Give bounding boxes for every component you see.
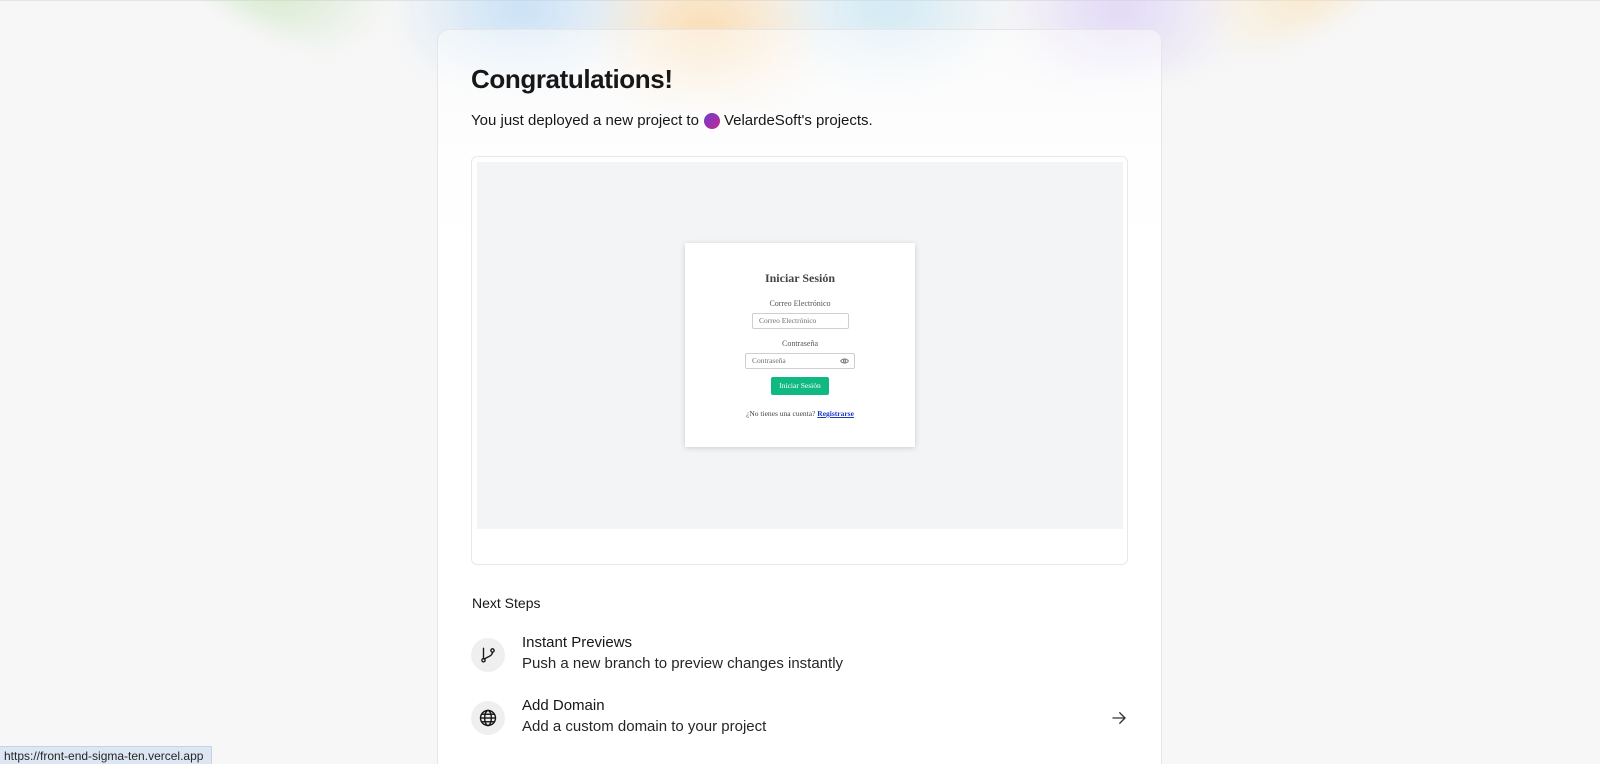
deployment-preview[interactable]: Iniciar Sesión Correo Electrónico Correo… xyxy=(471,156,1128,565)
page: Congratulations! You just deployed a new… xyxy=(0,0,1600,764)
subtitle-text: You just deployed a new project to xyxy=(471,112,699,129)
next-steps-heading: Next Steps xyxy=(472,595,541,611)
preview-login-button: Iniciar Sesión xyxy=(771,377,829,395)
status-bar-url: https://front-end-sigma-ten.vercel.app xyxy=(0,746,213,764)
deployment-card: Congratulations! You just deployed a new… xyxy=(437,29,1162,764)
preview-email-field: Correo Electrónico xyxy=(752,313,849,329)
git-branch-icon xyxy=(471,638,505,672)
eye-icon xyxy=(840,357,849,367)
step-title: Add Domain xyxy=(522,697,605,714)
step-title: Instant Previews xyxy=(522,634,633,651)
preview-register-line: ¿No tienes una cuenta? Registrarse xyxy=(685,409,915,418)
preview-no-account-text: ¿No tienes una cuenta? xyxy=(746,409,816,418)
globe-icon xyxy=(471,701,505,735)
preview-login-title: Iniciar Sesión xyxy=(764,271,836,285)
preview-email-label: Correo Electrónico xyxy=(769,299,831,308)
preview-register-link: Registrarse xyxy=(817,409,854,418)
deploy-subtitle: You just deployed a new project to Velar… xyxy=(471,112,873,129)
team-avatar xyxy=(703,112,720,129)
step-description: Add a custom domain to your project xyxy=(522,718,767,735)
next-step-instant-previews[interactable]: Instant Previews Push a new branch to pr… xyxy=(471,634,1128,678)
preview-password-field: Contraseña xyxy=(745,353,855,369)
preview-email-placeholder: Correo Electrónico xyxy=(759,316,817,325)
preview-login-card: Iniciar Sesión Correo Electrónico Correo… xyxy=(685,243,915,447)
page-title: Congratulations! xyxy=(471,64,673,94)
preview-password-label: Contraseña xyxy=(782,339,818,348)
step-description: Push a new branch to preview changes ins… xyxy=(522,655,844,672)
preview-screenshot: Iniciar Sesión Correo Electrónico Correo… xyxy=(477,162,1123,529)
preview-password-placeholder: Contraseña xyxy=(752,356,786,365)
next-step-add-domain[interactable]: Add Domain Add a custom domain to your p… xyxy=(471,697,1128,741)
team-name[interactable]: VelardeSoft's projects. xyxy=(724,112,873,129)
arrow-right-icon xyxy=(1110,709,1128,732)
